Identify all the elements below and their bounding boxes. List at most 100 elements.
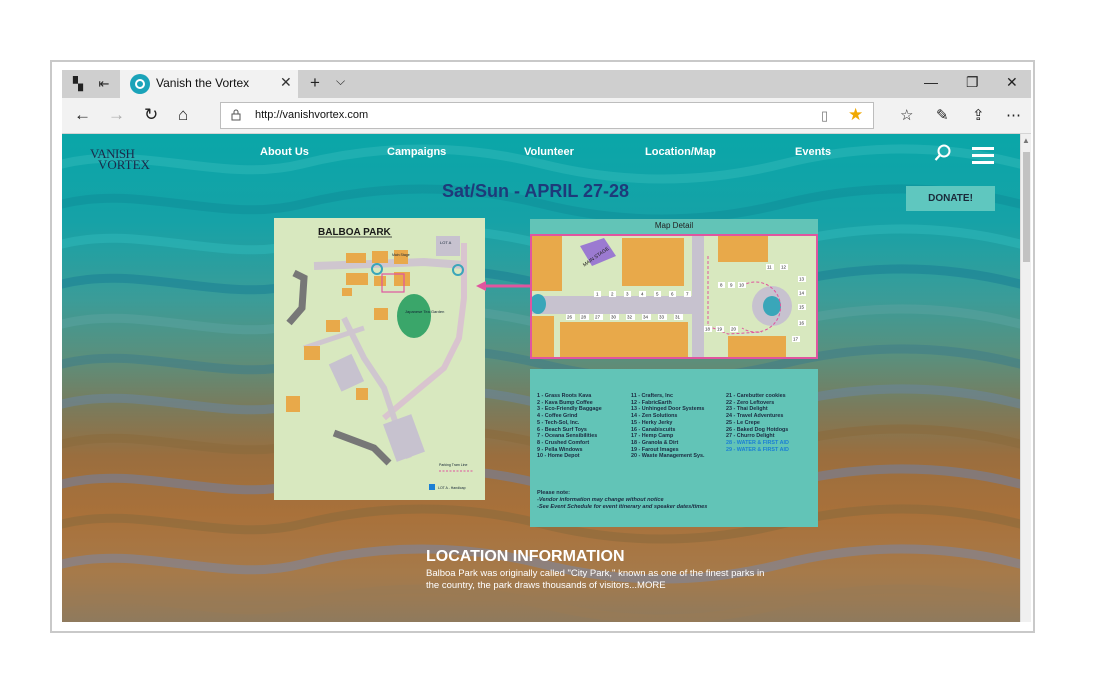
- nav-about-us[interactable]: About Us: [260, 146, 309, 158]
- minimize-icon[interactable]: —: [924, 74, 938, 90]
- browser-window: ▚ ⇤ Vanish the Vortex ✕ + ⌵ — ❐ ✕ ← → ↻ …: [62, 70, 1031, 622]
- vendor-item: 20 - Waste Management Sys.: [631, 453, 705, 460]
- vendor-item: 8 - Crushed Comfort: [537, 439, 590, 446]
- lot-a-label: LOT A: [440, 240, 452, 245]
- vendor-item: 17 - Hemp Camp: [631, 433, 674, 440]
- first-aid-item: 28 - WATER & FIRST AID: [726, 439, 789, 446]
- more-link[interactable]: MORE: [637, 580, 666, 591]
- svg-text:11: 11: [767, 265, 772, 270]
- balboa-park-map[interactable]: BALBOA PARK Japanese Tea Garden LOT A Ma…: [274, 218, 485, 500]
- vendor-item: 1 - Grass Roots Kava: [537, 393, 592, 399]
- vendor-legend-panel: 1 - Grass Roots Kava 2 - Kava Bump Coffe…: [530, 369, 818, 527]
- vendor-item: 5 - Tech-Sol, Inc.: [537, 419, 580, 426]
- tab-title: Vanish the Vortex: [156, 76, 250, 90]
- map-detail-panel[interactable]: Map Detail MAIN STAGE 1 2 3 4 5 6 7 26 2…: [530, 219, 818, 359]
- svg-text:30: 30: [611, 315, 617, 320]
- event-dates-heading: Sat/Sun - APRIL 27-28: [442, 181, 630, 201]
- back-arrow-icon[interactable]: ←: [74, 106, 91, 124]
- logo-line-2: VORTEX: [98, 157, 150, 172]
- vendor-item: 7 - Oceana Sensibilities: [537, 433, 598, 440]
- svg-text:13: 13: [799, 277, 805, 282]
- vendor-item: 19 - Farout Images: [631, 446, 679, 453]
- svg-text:19: 19: [717, 327, 723, 332]
- vendor-item: 4 - Coffee Grind: [537, 413, 578, 420]
- new-tab-icon[interactable]: +: [310, 73, 320, 93]
- vendor-item: 27 - Churro Delight: [726, 433, 775, 440]
- map-detail-drawing: MAIN STAGE 1 2 3 4 5 6 7 26 28 27 30 32 …: [530, 234, 818, 359]
- vendor-item: 26 - Baked Dog Hotdogs: [726, 426, 789, 433]
- donate-button[interactable]: DONATE!: [906, 186, 995, 211]
- tab-list-chevron-down-icon[interactable]: ⌵: [336, 74, 345, 89]
- favorite-star-icon[interactable]: ★: [848, 105, 863, 125]
- vendor-item: 23 - Thai Delight: [726, 406, 768, 413]
- main-stage-label: Main Stage: [392, 253, 410, 257]
- nav-events[interactable]: Events: [795, 146, 831, 158]
- vendor-item: 22 - Zero Leftovers: [726, 399, 775, 406]
- notes-title: Please note:: [537, 490, 570, 496]
- browser-tab[interactable]: Vanish the Vortex ✕: [120, 70, 298, 98]
- share-icon[interactable]: ⇪: [972, 106, 985, 124]
- nav-location-map[interactable]: Location/Map: [645, 146, 716, 158]
- vendor-column-2: 11 - Crafters, Inc 12 - FabricEarth 13 -…: [631, 393, 705, 460]
- legend-lot-label: LOT A - Handicap: [438, 486, 466, 490]
- vendor-item: 10 - Home Depot: [537, 453, 580, 460]
- vendor-item: 18 - Granola & Dirt: [631, 439, 679, 446]
- home-icon[interactable]: ⌂: [178, 106, 188, 124]
- svg-text:12: 12: [781, 265, 787, 270]
- favorites-list-icon[interactable]: ☆: [900, 106, 913, 124]
- svg-text:26: 26: [567, 315, 573, 320]
- vendor-item: 3 - Eco-Friendly Baggage: [537, 406, 602, 413]
- note-line: -See Event Schedule for event itinerary …: [537, 503, 708, 510]
- pen-icon[interactable]: ✎: [936, 106, 949, 124]
- legend-notes: Please note: -Vendor information may cha…: [537, 490, 707, 510]
- svg-text:31: 31: [675, 315, 681, 320]
- scroll-thumb[interactable]: [1023, 152, 1030, 262]
- more-menu-icon[interactable]: ⋯: [1006, 106, 1021, 124]
- close-tab-icon[interactable]: ✕: [280, 74, 292, 91]
- address-bar: ← → ↻ ⌂ http://vanishvortex.com ▯ ★ ☆ ✎ …: [62, 98, 1031, 134]
- tab-actions-icon[interactable]: ▚: [70, 76, 86, 92]
- svg-text:28: 28: [581, 315, 587, 320]
- svg-text:17: 17: [793, 337, 799, 342]
- url-text: http://vanishvortex.com: [255, 109, 369, 121]
- svg-text:34: 34: [643, 315, 649, 320]
- vendor-item: 12 - FabricEarth: [631, 399, 672, 406]
- svg-text:18: 18: [705, 327, 711, 332]
- svg-text:33: 33: [659, 315, 665, 320]
- restore-icon[interactable]: ❐: [966, 74, 979, 91]
- vendor-column-3: 21 - Carebutter cookies 22 - Zero Leftov…: [726, 393, 789, 453]
- vendor-item: 6 - Beach Surf Toys: [537, 426, 587, 433]
- lock-icon: [231, 109, 241, 121]
- set-aside-tabs-icon[interactable]: ⇤: [96, 76, 112, 92]
- park-map-title: BALBOA PARK: [318, 227, 392, 238]
- forward-arrow-icon[interactable]: →: [108, 106, 125, 124]
- hamburger-menu-icon[interactable]: [972, 147, 994, 164]
- svg-text:16: 16: [799, 321, 805, 326]
- svg-text:10: 10: [739, 283, 745, 288]
- web-page: VANISH VORTEX About Us Campaigns Volunte…: [62, 134, 1020, 622]
- vortex-favicon-icon: [130, 74, 150, 94]
- detail-pointer-arrow: [476, 281, 532, 291]
- svg-text:15: 15: [799, 305, 805, 310]
- vendor-item: 24 - Travel Adventures: [726, 413, 784, 420]
- scroll-up-arrow-icon[interactable]: ▲: [1022, 136, 1030, 145]
- refresh-icon[interactable]: ↻: [144, 106, 158, 124]
- nav-campaigns[interactable]: Campaigns: [387, 146, 446, 158]
- vendor-item: 13 - Unhinged Door Systems: [631, 406, 705, 413]
- reading-view-icon[interactable]: ▯: [821, 108, 828, 124]
- vendor-item: 9 - Pella Windows: [537, 446, 583, 453]
- svg-text:20: 20: [731, 327, 737, 332]
- vendor-column-1: 1 - Grass Roots Kava 2 - Kava Bump Coffe…: [537, 393, 602, 460]
- site-logo[interactable]: VANISH VORTEX: [90, 146, 150, 174]
- url-field[interactable]: http://vanishvortex.com ▯ ★: [220, 102, 874, 129]
- vendor-item: 14 - Zen Solutions: [631, 413, 678, 420]
- svg-text:14: 14: [799, 291, 805, 296]
- search-icon[interactable]: [934, 144, 952, 162]
- vendor-item: 25 - Le Crepe: [726, 419, 760, 426]
- vendor-item: 21 - Carebutter cookies: [726, 393, 786, 399]
- close-window-icon[interactable]: ✕: [1006, 74, 1018, 91]
- vendor-item: 15 - Herky Jerky: [631, 419, 673, 426]
- japanese-garden-area: [397, 294, 431, 338]
- page-scrollbar[interactable]: ▲: [1020, 134, 1031, 622]
- nav-volunteer[interactable]: Volunteer: [524, 146, 574, 158]
